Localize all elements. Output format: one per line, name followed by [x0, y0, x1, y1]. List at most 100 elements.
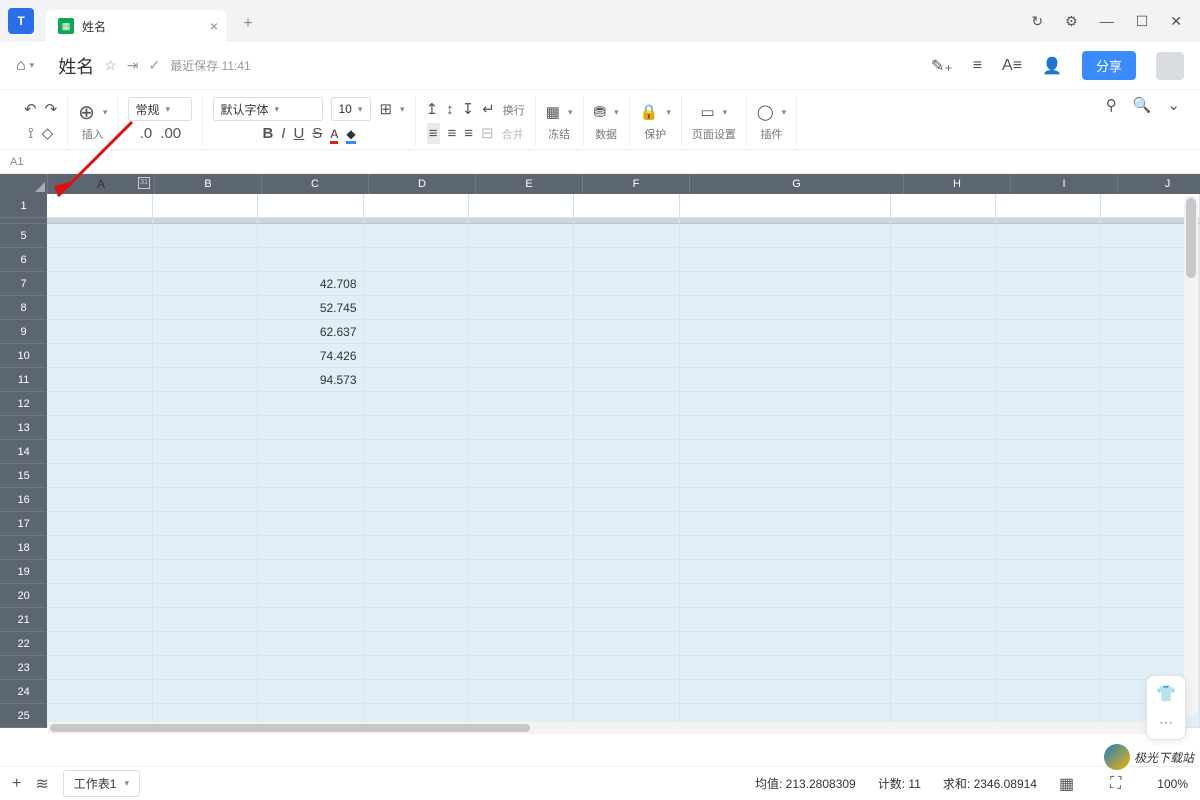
row-header[interactable]: 10	[0, 344, 47, 368]
cell[interactable]	[574, 512, 679, 536]
cell[interactable]	[364, 416, 469, 440]
cell[interactable]	[574, 440, 679, 464]
cell[interactable]	[258, 248, 363, 272]
cell[interactable]	[364, 440, 469, 464]
cell[interactable]	[574, 464, 679, 488]
cell[interactable]	[996, 344, 1101, 368]
document-tab[interactable]: ▦ 姓名 ×	[46, 10, 226, 42]
cell[interactable]	[364, 368, 469, 392]
cell[interactable]	[891, 536, 996, 560]
cell[interactable]	[891, 320, 996, 344]
cell[interactable]	[469, 584, 574, 608]
valign-bottom-icon[interactable]: ↧	[462, 100, 475, 118]
cell[interactable]	[996, 680, 1101, 704]
row-header[interactable]: 11	[0, 368, 47, 392]
cell[interactable]	[258, 560, 363, 584]
cell[interactable]	[364, 344, 469, 368]
scroll-thumb[interactable]	[50, 724, 530, 732]
cell[interactable]	[153, 248, 258, 272]
cell[interactable]	[258, 656, 363, 680]
row-header[interactable]: 16	[0, 488, 47, 512]
cell[interactable]	[996, 656, 1101, 680]
border-icon[interactable]: ⊞	[379, 100, 392, 118]
cell[interactable]	[574, 368, 679, 392]
cell[interactable]	[469, 224, 574, 248]
grid-view-icon[interactable]: ▦	[1059, 774, 1074, 794]
cell[interactable]	[258, 680, 363, 704]
cell[interactable]	[891, 296, 996, 320]
cell[interactable]	[258, 488, 363, 512]
decimal-toggle[interactable]: .0	[140, 125, 153, 142]
cell[interactable]	[364, 632, 469, 656]
cell[interactable]	[469, 656, 574, 680]
home-icon[interactable]: ⌂	[16, 57, 26, 75]
cell[interactable]	[680, 194, 891, 218]
cell[interactable]: 94.573	[258, 368, 363, 392]
cell[interactable]	[574, 248, 679, 272]
cell[interactable]	[469, 194, 574, 218]
row-header[interactable]: 8	[0, 296, 47, 320]
cell[interactable]	[364, 272, 469, 296]
cell[interactable]	[153, 656, 258, 680]
strike-icon[interactable]: S	[312, 125, 322, 142]
share-button[interactable]: 分享	[1082, 51, 1136, 80]
cell[interactable]	[891, 194, 996, 218]
cell[interactable]	[258, 512, 363, 536]
cell[interactable]	[891, 464, 996, 488]
cell[interactable]	[47, 416, 152, 440]
cell[interactable]	[891, 680, 996, 704]
document-title[interactable]: 姓名	[58, 53, 94, 79]
cell[interactable]	[258, 536, 363, 560]
vertical-scrollbar[interactable]	[1184, 196, 1198, 716]
cell[interactable]	[364, 392, 469, 416]
cell[interactable]	[258, 194, 363, 218]
cell[interactable]	[574, 224, 679, 248]
cell[interactable]	[680, 656, 891, 680]
cell[interactable]	[153, 194, 258, 218]
underline-icon[interactable]: U	[293, 125, 304, 142]
column-header[interactable]: J	[1118, 174, 1200, 194]
row-header[interactable]: 5	[0, 224, 47, 248]
cell[interactable]	[153, 272, 258, 296]
cell[interactable]	[258, 416, 363, 440]
cell[interactable]	[47, 608, 152, 632]
cell[interactable]	[680, 536, 891, 560]
cell[interactable]	[364, 584, 469, 608]
cell[interactable]	[996, 224, 1101, 248]
row-header[interactable]: 12	[0, 392, 47, 416]
cell[interactable]	[680, 464, 891, 488]
cell[interactable]	[469, 680, 574, 704]
bold-icon[interactable]: B	[262, 125, 273, 142]
cell[interactable]	[153, 416, 258, 440]
cell[interactable]	[469, 344, 574, 368]
cell[interactable]	[574, 392, 679, 416]
lock-icon[interactable]: 🔒	[640, 103, 659, 121]
cell[interactable]	[364, 194, 469, 218]
cell[interactable]	[153, 464, 258, 488]
cell[interactable]	[153, 224, 258, 248]
cell[interactable]	[574, 656, 679, 680]
row-header[interactable]: 20	[0, 584, 47, 608]
cell[interactable]	[680, 608, 891, 632]
cell[interactable]	[574, 194, 679, 218]
column-header[interactable]: F	[583, 174, 690, 194]
cell[interactable]	[469, 512, 574, 536]
column-header[interactable]: H	[904, 174, 1011, 194]
format-painter-icon[interactable]: ⟟	[28, 125, 34, 142]
align-right-icon[interactable]: ≡	[464, 125, 473, 142]
cell[interactable]	[574, 296, 679, 320]
column-header[interactable]: G	[690, 174, 904, 194]
cell[interactable]	[153, 488, 258, 512]
align-center-icon[interactable]: ≡	[448, 125, 457, 142]
cell[interactable]	[153, 632, 258, 656]
cell[interactable]	[47, 194, 152, 218]
row-header[interactable]: 19	[0, 560, 47, 584]
cell[interactable]	[680, 272, 891, 296]
link-icon[interactable]: ⚲	[1106, 96, 1117, 114]
cell[interactable]	[469, 608, 574, 632]
row-header[interactable]: 24	[0, 680, 47, 704]
cell[interactable]	[258, 464, 363, 488]
cell[interactable]	[574, 560, 679, 584]
cell[interactable]	[574, 680, 679, 704]
text-style-icon[interactable]: A≡	[1002, 57, 1022, 75]
